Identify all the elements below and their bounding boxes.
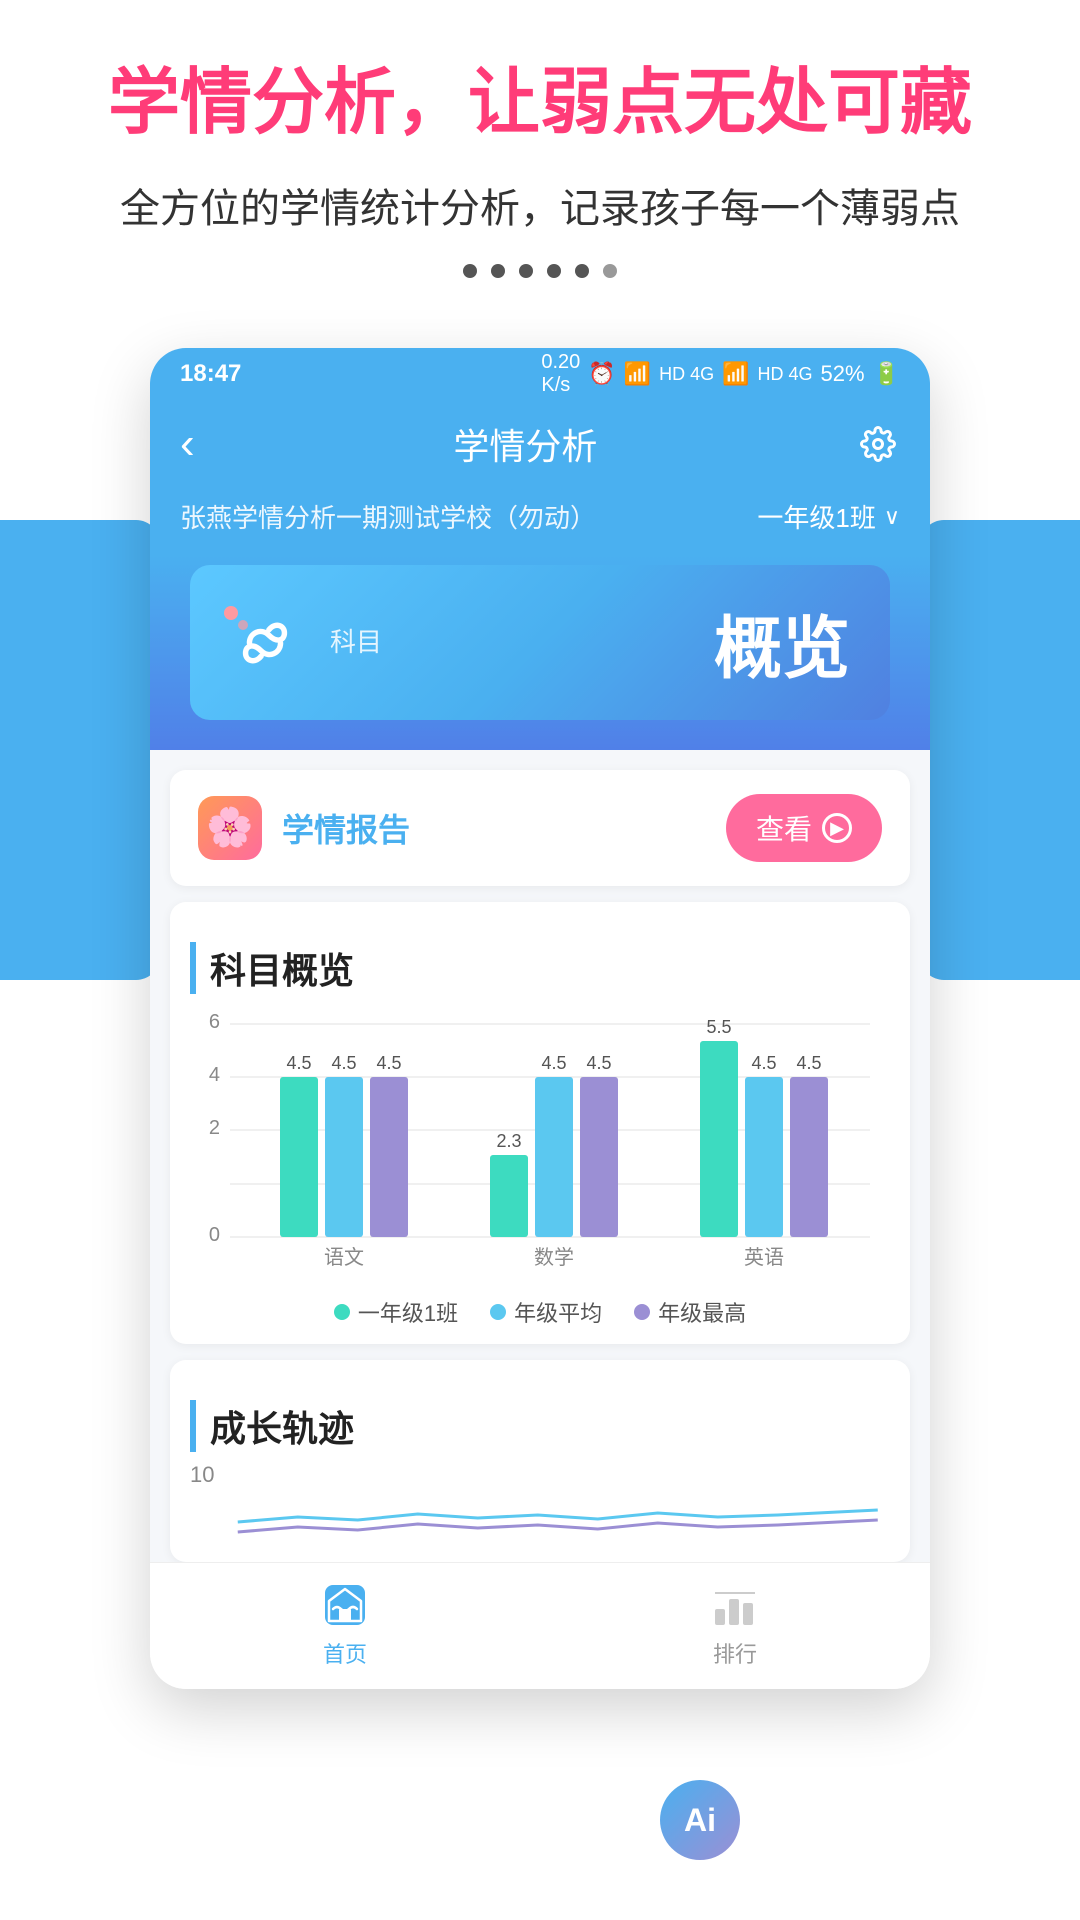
promo-section: 学情分析，让弱点无处可藏 全方位的学情统计分析，记录孩子每一个薄弱点 (0, 0, 1080, 348)
svg-text:4.5: 4.5 (541, 1053, 566, 1073)
svg-text:4.5: 4.5 (331, 1053, 356, 1073)
svg-text:数学: 数学 (534, 1246, 574, 1269)
legend-dot-max (634, 1304, 650, 1320)
legend-dot-class (334, 1304, 350, 1320)
report-icon: 🌸 (198, 796, 262, 860)
home-label: 首页 (323, 1637, 367, 1669)
home-icon (319, 1579, 371, 1631)
svg-text:4: 4 (209, 1064, 220, 1086)
network-hd: HD 4G (659, 364, 714, 385)
promo-subtitle: 全方位的学情统计分析，记录孩子每一个薄弱点 (40, 176, 1040, 234)
report-card: 🌸 学情报告 查看 ▶ (170, 770, 910, 886)
svg-text:语文: 语文 (324, 1246, 364, 1269)
status-bar: 18:47 0.20K/s ⏰ 📶 HD 4G 📶 HD 4G 52% 🔋 (150, 348, 930, 400)
growth-section: 成长轨迹 10 (170, 1360, 910, 1562)
alarm-icon: ⏰ (588, 361, 615, 387)
svg-text:4.5: 4.5 (751, 1053, 776, 1073)
legend-dot-avg (490, 1304, 506, 1320)
subject-chart-area: 6 4 2 0 4.5 4.5 (190, 1004, 890, 1284)
status-time: 18:47 (180, 360, 241, 388)
chevron-down-icon: ∨ (884, 504, 900, 530)
network-hd2: HD 4G (758, 364, 813, 385)
svg-text:4.5: 4.5 (586, 1053, 611, 1073)
battery-icon: 🔋 (873, 361, 900, 387)
phone-mockup: 18:47 0.20K/s ⏰ 📶 HD 4G 📶 HD 4G 52% 🔋 ‹ … (150, 348, 930, 1689)
school-bar: 张燕学情分析一期测试学校（勿动） 一年级1班 ∨ (150, 488, 930, 555)
header-title: 学情分析 (453, 418, 597, 470)
svg-text:英语: 英语 (744, 1246, 784, 1269)
promo-title: 学情分析，让弱点无处可藏 (40, 60, 1040, 146)
legend-class: 一年级1班 (334, 1296, 458, 1328)
svg-text:0: 0 (209, 1224, 220, 1246)
class-selector[interactable]: 一年级1班 ∨ (757, 498, 900, 535)
svg-text:4.5: 4.5 (286, 1053, 311, 1073)
subject-chart-section: 科目概览 6 4 2 0 (170, 902, 910, 1344)
report-title: 学情报告 (282, 805, 726, 851)
view-report-button[interactable]: 查看 ▶ (726, 794, 882, 862)
status-icons: 0.20K/s ⏰ 📶 HD 4G 📶 HD 4G 52% 🔋 (541, 351, 900, 397)
nav-rank[interactable]: 排行 (540, 1579, 930, 1669)
school-name: 张燕学情分析一期测试学校（勿动） (180, 498, 596, 535)
svg-text:2.3: 2.3 (496, 1131, 521, 1151)
class-name: 一年级1班 (757, 498, 875, 535)
rank-icon (709, 1579, 761, 1631)
legend-avg: 年级平均 (490, 1296, 602, 1328)
battery-level: 52% (821, 361, 865, 387)
bottom-navigation: 首页 排行 (150, 1562, 930, 1689)
settings-button[interactable] (856, 422, 900, 466)
dots-indicator (40, 264, 1040, 278)
svg-text:6: 6 (209, 1011, 220, 1033)
subject-chart-title: 科目概览 (190, 942, 890, 994)
back-button[interactable]: ‹ (180, 419, 195, 469)
subject-chart-svg: 6 4 2 0 4.5 4.5 (190, 1004, 890, 1284)
app-header: ‹ 学情分析 (150, 400, 930, 488)
svg-text:4.5: 4.5 (796, 1053, 821, 1073)
nav-home[interactable]: 首页 (150, 1579, 540, 1669)
growth-chart-area (226, 1462, 890, 1542)
subject-card: 科目 概览 (190, 565, 890, 720)
growth-title: 成长轨迹 (190, 1400, 890, 1452)
signal-icon: 📶 (722, 361, 749, 387)
svg-text:5.5: 5.5 (706, 1017, 731, 1037)
wifi-icon: 📶 (624, 361, 651, 387)
flower-icon: 🌸 (206, 806, 253, 850)
legend-max: 年级最高 (634, 1296, 746, 1328)
network-info: 0.20K/s (541, 351, 580, 397)
svg-text:4.5: 4.5 (376, 1053, 401, 1073)
subject-small-label: 科目 (330, 622, 694, 659)
ai-label: Ai (660, 1780, 740, 1860)
svg-text:2: 2 (209, 1117, 220, 1139)
rank-label: 排行 (713, 1637, 757, 1669)
subject-large-label: 概览 (714, 593, 850, 692)
chart-legend: 一年级1班 年级平均 年级最高 (190, 1296, 890, 1328)
circle-arrow-icon: ▶ (822, 813, 852, 843)
